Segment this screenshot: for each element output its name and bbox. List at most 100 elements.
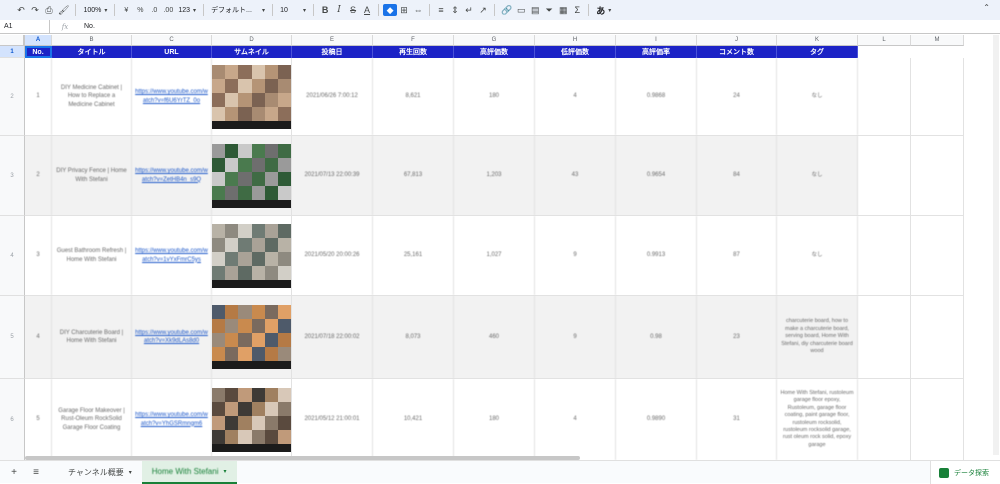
column-header-k[interactable]: K: [777, 35, 858, 46]
cell-date[interactable]: 2021/05/12 21:00:01: [292, 379, 373, 460]
column-header-e[interactable]: E: [292, 35, 373, 46]
cell-url[interactable]: https://www.youtube.com/watch?v=YhGSRmng…: [132, 379, 212, 460]
header-cell-tags[interactable]: タグ: [777, 46, 858, 58]
cell-empty[interactable]: [911, 58, 964, 135]
cell-url-text[interactable]: https://www.youtube.com/watch?v=1vYxFmrC…: [135, 247, 208, 263]
bold-button[interactable]: B: [318, 2, 332, 18]
header-cell-date[interactable]: 投稿日: [292, 46, 373, 58]
cell-url[interactable]: https://www.youtube.com/watch?v=ZetHB4n_…: [132, 136, 212, 215]
header-cell-likes[interactable]: 高評価数: [454, 46, 535, 58]
cell-url-text[interactable]: https://www.youtube.com/watch?v=f6U6YrTZ…: [135, 88, 208, 104]
cell-thumbnail[interactable]: [212, 216, 292, 295]
insert-chart-icon[interactable]: ▤: [528, 2, 542, 18]
insert-link-icon[interactable]: 🔗: [499, 2, 514, 18]
header-cell-views[interactable]: 再生回数: [373, 46, 454, 58]
name-box[interactable]: A1: [0, 20, 50, 33]
header-cell-dislikes[interactable]: 低評価数: [535, 46, 616, 58]
paint-format-icon[interactable]: 🖌: [56, 2, 71, 18]
select-all-corner[interactable]: [0, 35, 25, 46]
font-select[interactable]: デフォルト... ▾: [208, 2, 268, 18]
chevron-down-icon[interactable]: ▾: [223, 468, 226, 475]
horizontal-align-icon[interactable]: ≡: [434, 2, 448, 18]
cell-comments[interactable]: 31: [697, 379, 777, 460]
cell-empty[interactable]: [858, 379, 911, 460]
column-header-g[interactable]: G: [454, 35, 535, 46]
header-cell-rate[interactable]: 高評価率: [616, 46, 697, 58]
increase-decimal-button[interactable]: .00: [161, 2, 175, 18]
cell-likes[interactable]: 1,203: [454, 136, 535, 215]
tab-home-with-stefani[interactable]: Home With Stefani ▾: [141, 460, 237, 484]
undo-icon[interactable]: ↶: [14, 2, 28, 18]
cell-views[interactable]: 10,421: [373, 379, 454, 460]
cell-thumbnail[interactable]: [212, 58, 292, 135]
cell-rate[interactable]: 0.9890: [616, 379, 697, 460]
column-header-a[interactable]: A: [25, 35, 52, 46]
header-cell-title[interactable]: タイトル: [52, 46, 132, 58]
print-icon[interactable]: ⎙: [42, 2, 56, 18]
cell-rate[interactable]: 0.9654: [616, 136, 697, 215]
fill-color-icon[interactable]: ◆: [383, 4, 398, 16]
formula-input[interactable]: No.: [80, 23, 95, 30]
cell-comments[interactable]: 23: [697, 296, 777, 378]
input-tools-select[interactable]: あ ▾: [593, 2, 614, 18]
cell-comments[interactable]: 87: [697, 216, 777, 295]
cell-views[interactable]: 8,073: [373, 296, 454, 378]
cell-no[interactable]: 1: [25, 58, 52, 135]
decrease-decimal-button[interactable]: .0: [147, 2, 161, 18]
header-cell-thumbnail[interactable]: サムネイル: [212, 46, 292, 58]
cell-tags[interactable]: なし: [777, 136, 858, 215]
row-header-5[interactable]: 5: [0, 296, 25, 379]
cell-url[interactable]: https://www.youtube.com/watch?v=1vYxFmrC…: [132, 216, 212, 295]
cell-tags[interactable]: なし: [777, 216, 858, 295]
vertical-scrollbar[interactable]: [993, 35, 999, 455]
cell-no[interactable]: 5: [25, 379, 52, 460]
header-cell-comments[interactable]: コメント数: [697, 46, 777, 58]
cell-tags[interactable]: なし: [777, 58, 858, 135]
borders-icon[interactable]: ⊞: [397, 2, 411, 18]
cell-views[interactable]: 67,813: [373, 136, 454, 215]
insert-comment-icon[interactable]: ▭: [514, 2, 528, 18]
cell-dislikes[interactable]: 4: [535, 379, 616, 460]
cell-likes[interactable]: 180: [454, 58, 535, 135]
percent-button[interactable]: %: [133, 2, 147, 18]
filter-views-icon[interactable]: ▦: [556, 2, 570, 18]
cell-empty[interactable]: [911, 216, 964, 295]
cell-thumbnail[interactable]: [212, 296, 292, 378]
number-format-select[interactable]: 123 ▾: [175, 2, 199, 18]
text-color-button[interactable]: A: [360, 2, 374, 18]
cell-no[interactable]: 4: [25, 296, 52, 378]
chevron-down-icon[interactable]: ▾: [129, 469, 132, 476]
cell-date[interactable]: 2021/06/26 7:00:12: [292, 58, 373, 135]
cell-dislikes[interactable]: 9: [535, 296, 616, 378]
cell-empty[interactable]: [911, 296, 964, 378]
tab-channel-overview[interactable]: チャンネル概要 ▾: [58, 461, 142, 484]
row-header-3[interactable]: 3: [0, 136, 25, 216]
cell-url[interactable]: https://www.youtube.com/watch?v=Xk9dLAs8…: [132, 296, 212, 378]
cell-views[interactable]: 8,621: [373, 58, 454, 135]
cell-date[interactable]: 2021/05/20 20:00:26: [292, 216, 373, 295]
column-header-b[interactable]: B: [52, 35, 132, 46]
font-size-select[interactable]: 10 ▾: [277, 2, 309, 18]
cell-dislikes[interactable]: 43: [535, 136, 616, 215]
cell-likes[interactable]: 1,027: [454, 216, 535, 295]
cell-empty[interactable]: [858, 296, 911, 378]
cell-no[interactable]: 2: [25, 136, 52, 215]
filter-icon[interactable]: ⏷: [542, 2, 556, 18]
cell-comments[interactable]: 24: [697, 58, 777, 135]
cell-comments[interactable]: 84: [697, 136, 777, 215]
header-cell-no[interactable]: No.: [25, 46, 52, 58]
cell-title[interactable]: Garage Floor Makeover | Rust-Oleum RockS…: [52, 379, 132, 460]
column-header-m[interactable]: M: [911, 35, 964, 46]
cell-title[interactable]: DIY Medicine Cabinet | How to Replace a …: [52, 58, 132, 135]
cell-views[interactable]: 25,161: [373, 216, 454, 295]
italic-button[interactable]: I: [332, 2, 346, 18]
cell-no[interactable]: 3: [25, 216, 52, 295]
text-rotation-icon[interactable]: ↗: [476, 2, 490, 18]
cell-empty[interactable]: [911, 379, 964, 460]
explore-button[interactable]: データ探索: [930, 461, 1000, 484]
row-header-6[interactable]: 6: [0, 379, 25, 460]
cell-title[interactable]: DIY Privacy Fence | Home With Stefani: [52, 136, 132, 215]
zoom-select[interactable]: 100% ▾: [80, 2, 110, 18]
cell-thumbnail[interactable]: [212, 136, 292, 215]
vertical-align-icon[interactable]: ⇕: [448, 2, 462, 18]
